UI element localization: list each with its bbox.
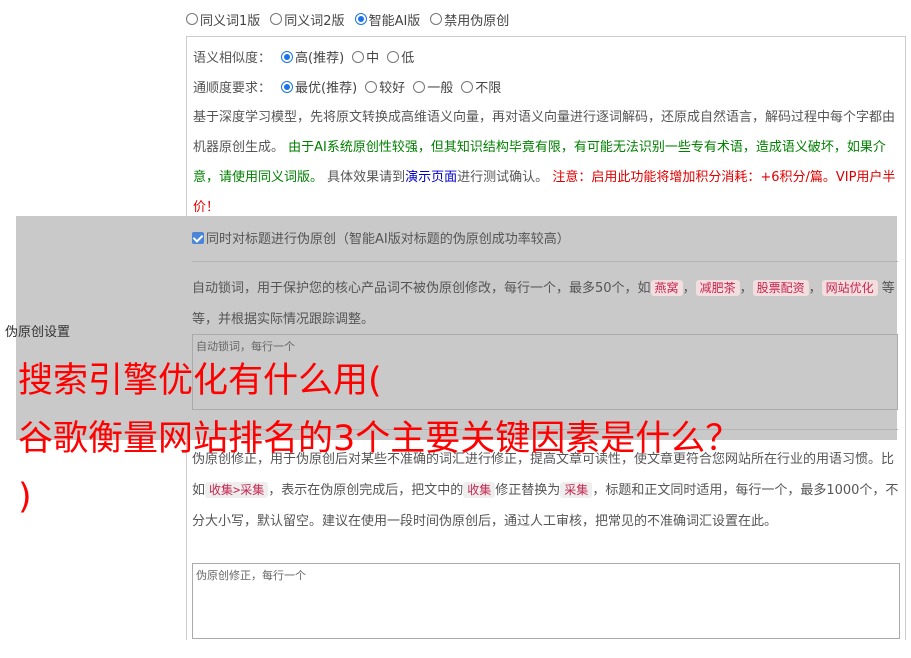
fluency-option-normal[interactable]: 一般 (413, 77, 453, 96)
radio-icon[interactable] (413, 80, 426, 93)
radio-label: 最优(推荐) (295, 81, 358, 96)
separator-text: ， (808, 281, 822, 296)
article-title-line-3: ) (18, 477, 32, 517)
fluency-row: 通顺度要求： 最优(推荐) 较好 一般 不限 (193, 77, 501, 96)
fluency-option-best[interactable]: 最优(推荐) (281, 77, 357, 96)
version-option-synonym-2[interactable]: 同义词2版 (270, 10, 345, 29)
description-effect-prefix: 具体效果请到 (323, 170, 406, 185)
similarity-option-medium[interactable]: 中 (352, 47, 379, 66)
radio-icon[interactable] (270, 13, 283, 25)
similarity-option-high[interactable]: 高(推荐) (281, 47, 344, 66)
radio-label: 中 (366, 51, 380, 66)
article-title-line-2: 谷歌衡量网站排名的3个主要关键因素是什么？ (18, 419, 741, 459)
radio-icon[interactable] (186, 13, 198, 25)
similarity-option-low[interactable]: 低 (387, 47, 414, 66)
divider (192, 261, 898, 262)
radio-icon[interactable] (387, 50, 400, 63)
correction-text: 修正替换为 (495, 483, 561, 498)
lock-example-tag: 网站优化 (821, 280, 878, 296)
radio-label: 智能AI版 (368, 13, 421, 29)
radio-label: 同义词2版 (284, 13, 345, 29)
fluency-option-good[interactable]: 较好 (365, 77, 405, 96)
correction-example-tag: 收集>采集 (205, 482, 269, 498)
radio-label: 禁用伪原创 (444, 13, 510, 29)
radio-checked-icon[interactable] (354, 13, 367, 25)
radio-label: 高(推荐) (295, 51, 345, 66)
description-effect-suffix: 进行测试确认。 (457, 170, 553, 185)
checkbox-checked-icon[interactable] (192, 231, 204, 244)
correction-example-tag: 采集 (560, 482, 593, 498)
lock-example-tag: 股票配资 (752, 280, 809, 296)
lock-text-before: 自动锁词，用于保护您的核心产品词不被伪原创修改，每行一个，最多50个，如 (192, 281, 651, 296)
separator-text: ， (682, 281, 696, 296)
correction-text: ，表示在伪原创完成后，把文中的 (268, 483, 464, 498)
version-radio-group: 同义词1版 同义词2版 智能AI版 禁用伪原创 (186, 9, 509, 29)
radio-icon[interactable] (430, 13, 443, 25)
radio-icon[interactable] (365, 80, 378, 93)
article-title-line-1: 搜索引擎优化有什么用( (18, 361, 382, 401)
radio-label: 较好 (379, 81, 406, 96)
radio-icon[interactable] (461, 80, 474, 93)
version-option-disable[interactable]: 禁用伪原创 (430, 10, 509, 29)
version-option-smart-ai[interactable]: 智能AI版 (354, 10, 421, 29)
radio-icon[interactable] (352, 50, 365, 63)
lock-example-tag: 减肥茶 (695, 280, 740, 296)
separator-text: ， (739, 281, 753, 296)
correction-textarea[interactable]: 伪原创修正，每行一个 (192, 563, 900, 639)
pseudo-original-settings-label: 伪原创设置 (5, 325, 71, 340)
fluency-label: 通顺度要求： (193, 81, 272, 96)
title-pseudo-original-option[interactable]: 同时对标题进行伪原创（智能AI版对标题的伪原创成功率较高） (192, 228, 570, 247)
similarity-label: 语义相似度： (193, 51, 272, 66)
radio-checked-icon[interactable] (281, 50, 294, 63)
correction-example-tag: 收集 (463, 482, 496, 498)
version-option-synonym-1[interactable]: 同义词1版 (186, 10, 260, 29)
radio-label: 一般 (427, 81, 454, 96)
lock-words-description: 自动锁词，用于保护您的核心产品词不被伪原创修改，每行一个，最多50个，如 燕窝，减… (192, 273, 898, 335)
fluency-option-any[interactable]: 不限 (461, 77, 501, 96)
textarea-placeholder: 伪原创修正，每行一个 (196, 569, 306, 582)
ai-description: 基于深度学习模型，先将原文转换成高维语义向量，再对语义向量进行逐词解码，还原成自… (193, 103, 899, 223)
radio-label: 不限 (475, 81, 502, 96)
similarity-row: 语义相似度： 高(推荐) 中 低 (193, 47, 414, 66)
radio-label: 同义词1版 (200, 13, 261, 29)
lock-example-tag: 燕窝 (650, 280, 683, 296)
radio-checked-icon[interactable] (281, 80, 294, 93)
radio-label: 低 (401, 51, 415, 66)
checkbox-label: 同时对标题进行伪原创（智能AI版对标题的伪原创成功率较高） (206, 232, 570, 247)
demo-page-link[interactable]: 演示页面 (405, 170, 457, 185)
